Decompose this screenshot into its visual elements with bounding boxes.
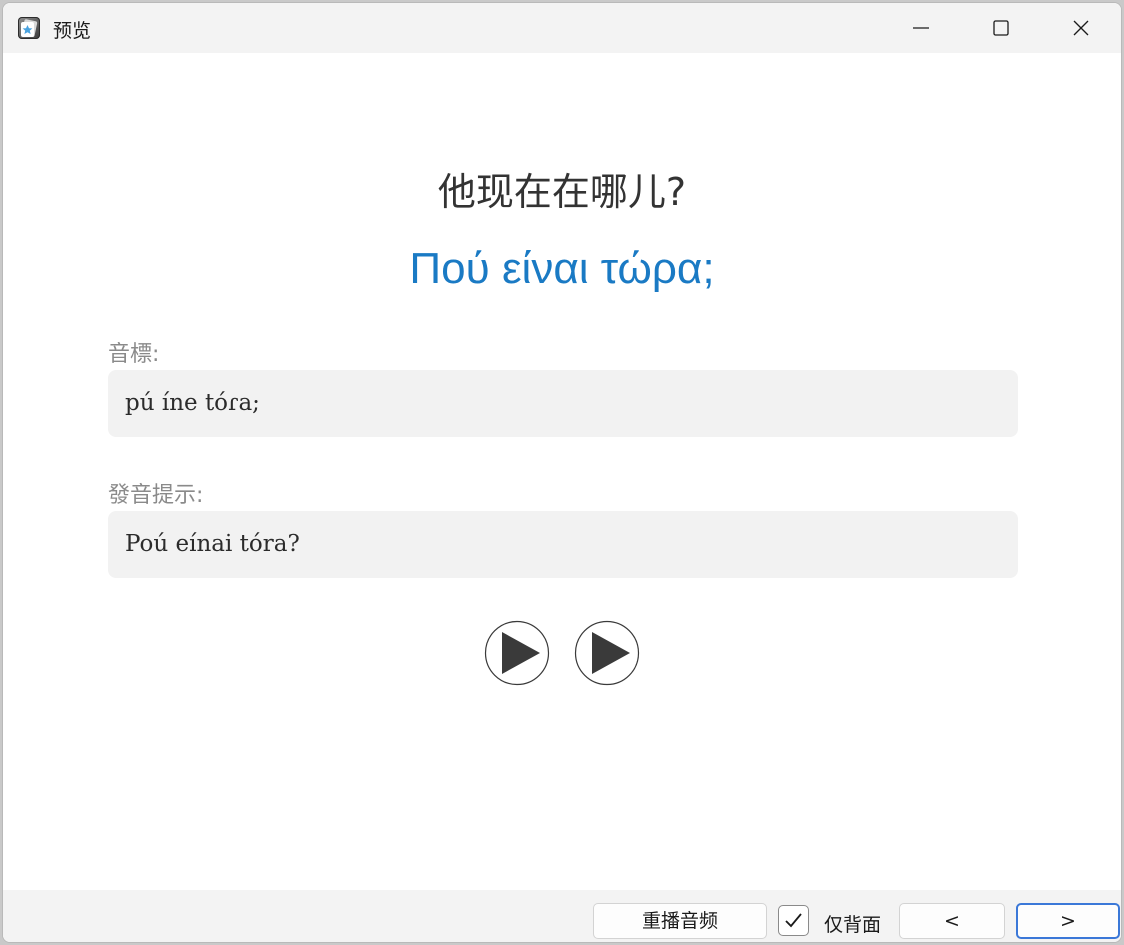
close-button[interactable]: [1041, 3, 1121, 53]
replay-audio-button[interactable]: 重播音频: [593, 903, 767, 939]
title-bar[interactable]: 预览: [3, 3, 1121, 53]
preview-window: 预览 他现在在哪儿? Πού είναι τώρα; 音標: pú íne tó…: [2, 2, 1122, 943]
back-only-label: 仅背面: [824, 914, 882, 936]
pronunciation-hint-label: 發音提示:: [108, 483, 204, 508]
play-icon: [484, 620, 550, 686]
minimize-icon: [913, 27, 929, 29]
card-answer: Πού είναι τώρα;: [409, 244, 715, 293]
maximize-button[interactable]: [961, 3, 1041, 53]
maximize-icon: [993, 20, 1009, 36]
play-audio-button-2[interactable]: [574, 620, 640, 686]
phonetic-value: pú íne tóɾa;: [108, 370, 1018, 437]
pronunciation-hint-value: Poú eínai tóra?: [108, 511, 1018, 578]
play-icon: [574, 620, 640, 686]
card-question: 他现在在哪儿?: [437, 170, 687, 214]
minimize-button[interactable]: [881, 3, 961, 53]
previous-card-button[interactable]: <: [899, 903, 1005, 939]
phonetic-label: 音標:: [108, 342, 160, 367]
close-icon: [1073, 20, 1089, 36]
play-audio-button-1[interactable]: [484, 620, 550, 686]
bottom-toolbar: 重播音频 仅背面 < >: [3, 890, 1121, 942]
app-icon: [18, 17, 40, 39]
back-only-checkbox[interactable]: [778, 905, 809, 936]
checkmark-icon: [785, 913, 802, 928]
window-title: 预览: [53, 20, 92, 42]
next-card-button[interactable]: >: [1016, 903, 1120, 939]
